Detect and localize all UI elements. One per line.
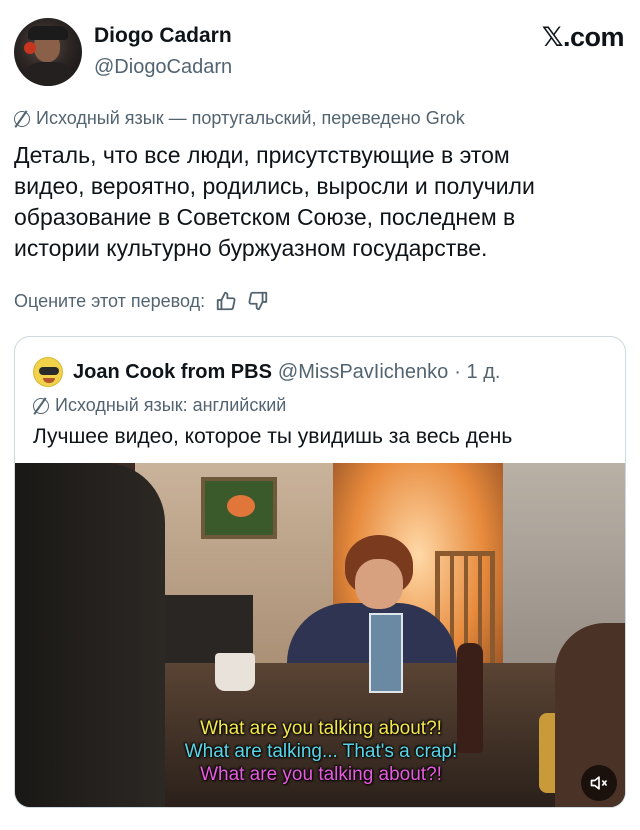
quoted-language-note: Исходный язык: английский — [33, 395, 286, 416]
author-handle[interactable]: @DiogoCadarn — [94, 56, 232, 79]
video-frame-carton — [369, 613, 403, 693]
mute-button[interactable] — [581, 765, 617, 801]
post-header: Diogo Cadarn @DiogoCadarn 𝕏.com — [14, 18, 626, 88]
brand-logo: 𝕏.com — [541, 22, 625, 52]
quoted-author-name[interactable]: Joan Cook from PBS — [73, 361, 272, 384]
quoted-author-handle[interactable]: @MissPavIichenko — [278, 361, 448, 384]
mute-icon — [590, 776, 608, 790]
post-text: Деталь, что все люди, присутствующие в э… — [14, 140, 626, 264]
video-subtitles: What are you talking about?! What are ta… — [15, 717, 625, 786]
thumbs-up-icon[interactable] — [215, 290, 237, 312]
translation-note: Исходный язык — португальский, переведен… — [14, 108, 465, 129]
video-frame-woman-face — [355, 559, 403, 609]
translate-icon — [33, 397, 49, 414]
quoted-post-text: Лучшее видео, которое ты увидишь за весь… — [33, 425, 513, 448]
subtitle-line: What are you talking about?! — [200, 764, 442, 785]
quoted-post-header: Joan Cook from PBS @MissPavIichenko · 1 … — [33, 357, 500, 387]
translation-note-text: Исходный язык — португальский, переведен… — [36, 108, 465, 128]
post-text-line: видео, вероятно, родились, выросли и пол… — [14, 173, 535, 199]
post-text-line: истории культурно буржуазном государстве… — [14, 235, 488, 261]
video-frame-cup — [215, 653, 255, 691]
quoted-author-avatar[interactable] — [33, 357, 63, 387]
post-text-line: образование в Советском Союзе, последнем… — [14, 204, 516, 230]
post-text-line: Деталь, что все люди, присутствующие в э… — [14, 142, 510, 168]
author-name[interactable]: Diogo Cadarn — [94, 24, 232, 48]
thumbs-down-icon[interactable] — [247, 290, 269, 312]
quoted-post-time[interactable]: · 1 д. — [454, 361, 500, 384]
video-player[interactable]: What are you talking about?! What are ta… — [15, 463, 625, 807]
quoted-language-note-text: Исходный язык: английский — [55, 395, 287, 415]
rate-translation: Оцените этот перевод: — [14, 290, 269, 312]
video-frame-painting — [201, 477, 277, 539]
quoted-post[interactable]: Joan Cook from PBS @MissPavIichenko · 1 … — [14, 336, 626, 808]
translate-icon — [14, 110, 30, 127]
subtitle-line: What are talking... That's a crap! — [184, 741, 458, 762]
subtitle-line: What are you talking about?! — [200, 718, 442, 739]
rate-label: Оцените этот перевод: — [14, 290, 206, 311]
author-avatar[interactable] — [14, 18, 82, 86]
